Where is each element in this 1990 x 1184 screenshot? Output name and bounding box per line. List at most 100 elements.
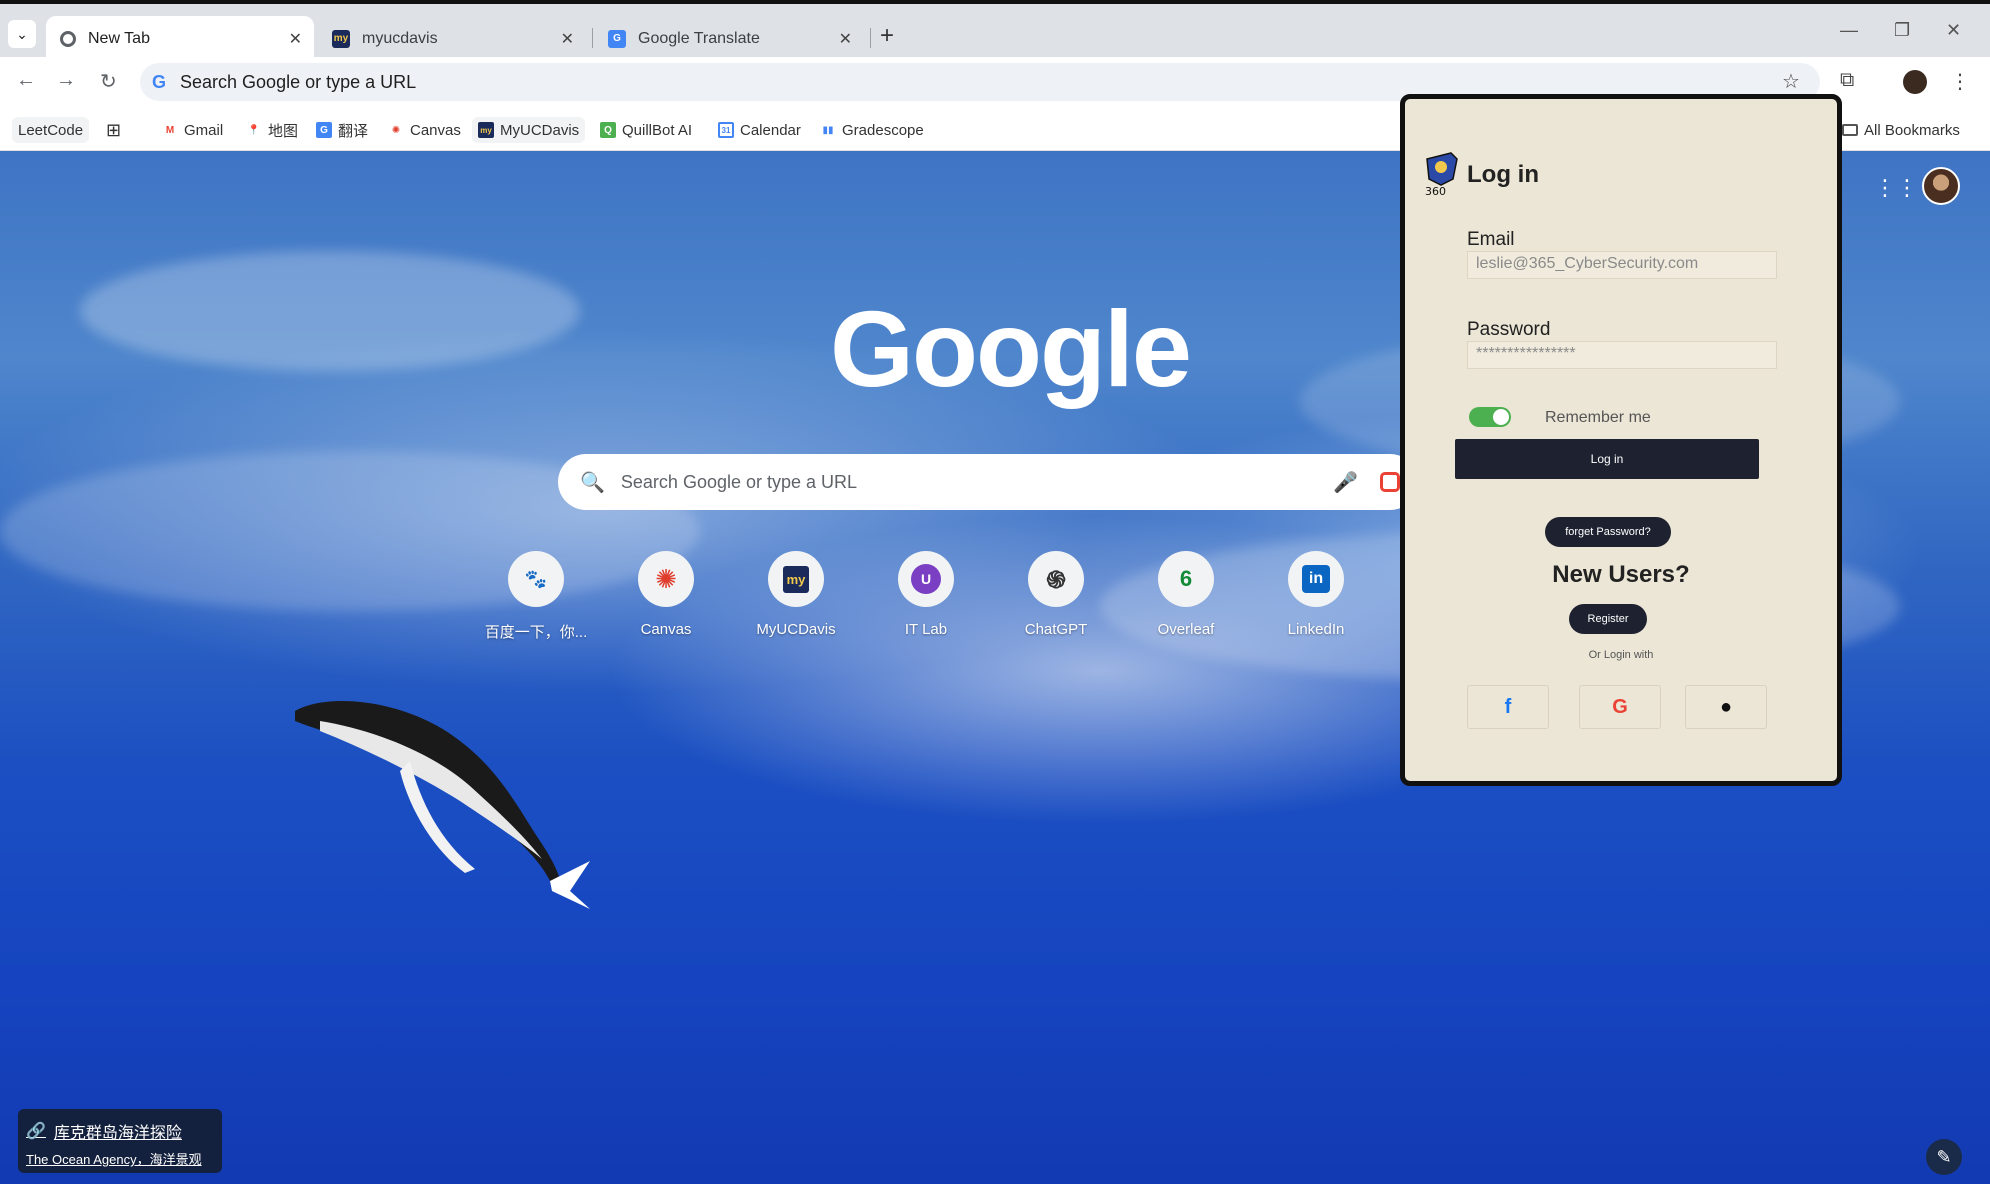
bookmark-label: Calendar [740,121,801,139]
bookmark-leetcode[interactable]: LeetCode [12,117,90,143]
google-login-button[interactable]: G [1579,685,1661,729]
password-field[interactable]: **************** [1467,341,1777,369]
tab-divider [592,28,593,48]
shortcut-overleaf[interactable]: 6 Overleaf [1126,551,1246,638]
back-arrow-icon[interactable]: ← [16,69,36,92]
facebook-icon: f [1504,695,1512,718]
account-avatar[interactable] [1922,167,1960,205]
forgot-password-button[interactable]: forget Password? [1545,517,1671,547]
bookmark-label: MyUCDavis [500,121,580,139]
address-bar-text: Search Google or type a URL [180,71,417,92]
bookmark-myucdavis[interactable]: my MyUCDavis [472,117,586,143]
microphone-icon[interactable]: 🎤 [1333,470,1358,495]
shortcut-chatgpt[interactable]: ֍ ChatGPT [996,551,1116,638]
all-bookmarks[interactable]: All Bookmarks [1836,117,1966,143]
shortcut-it-lab[interactable]: U IT Lab [866,551,986,638]
security-shield-logo: 360 [1425,152,1458,197]
remember-me-label: Remember me [1545,409,1651,426]
close-tab-icon[interactable]: ✕ [839,29,852,49]
linkedin-badge: in [1302,565,1330,593]
linkedin-icon: in [1288,551,1344,607]
facebook-login-button[interactable]: f [1467,685,1549,729]
tab-title: myucdavis [362,29,438,47]
login-popup: 360 Log in Email leslie@365_CyberSecurit… [1400,94,1842,786]
extensions-puzzle-icon[interactable]: ⧉ [1840,69,1854,92]
credit-author[interactable]: The Ocean Agency，海洋景观 [26,1149,214,1168]
bookmark-quillbot[interactable]: Q QuillBot AI [594,117,698,143]
link-icon: 🔗 [26,1123,46,1140]
tab-divider [870,28,871,48]
remember-me-toggle[interactable] [1469,407,1511,427]
baidu-paw-icon: 🐾 [508,551,564,607]
bookmark-label: All Bookmarks [1864,121,1960,139]
bookmark-gradescope[interactable]: ▮▮ Gradescope [814,117,930,143]
shortcut-label: Canvas [640,621,692,638]
it-lab-icon: U [898,551,954,607]
bookmark-translate[interactable]: G 翻译 [310,117,374,143]
translate-icon: G [316,122,332,138]
restore-icon[interactable]: ❐ [1894,20,1910,41]
minimize-icon[interactable]: — [1840,20,1858,41]
close-tab-icon[interactable]: ✕ [561,29,574,49]
bar-chart-icon: ▮▮ [822,124,834,136]
shortcut-linkedin[interactable]: in LinkedIn [1256,551,1376,638]
tab-search-chevron-icon[interactable]: ⌄ [8,20,36,48]
new-tab-plus-icon[interactable]: + [880,22,894,50]
ntp-search-box[interactable]: 🔍 Search Google or type a URL 🎤 [558,454,1418,510]
myucdavis-icon: my [768,551,824,607]
gmail-icon: M [165,124,175,136]
shortcut-baidu[interactable]: 🐾 百度一下，你... [476,551,596,642]
profile-avatar[interactable] [1903,70,1927,94]
bookmark-star-icon[interactable]: ☆ [1782,69,1800,94]
or-login-with-label: Or Login with [1588,649,1654,661]
shortcut-label: Overleaf [1157,621,1215,638]
tab-new-tab[interactable]: New Tab ✕ [46,16,314,61]
bookmark-maps[interactable]: 📍 地图 [240,117,304,143]
it-lab-badge: U [911,564,941,594]
bookmark-calendar[interactable]: 31 Calendar [712,117,807,143]
tab-google-translate[interactable]: G Google Translate ✕ [594,16,864,61]
close-tab-icon[interactable]: ✕ [289,29,302,49]
apps-grid-icon[interactable]: ⊞ [100,117,127,143]
login-button[interactable]: Log in [1455,439,1759,479]
bookmark-canvas[interactable]: ✺ Canvas [382,117,467,143]
chrome-icon [60,30,76,47]
canvas-icon: ✺ [391,124,401,136]
reload-icon[interactable]: ↻ [100,69,117,94]
bookmark-label: Gradescope [842,121,924,139]
bookmark-label: LeetCode [18,121,84,139]
password-label: Password [1467,319,1551,340]
translate-icon: G [608,29,626,48]
credit-title[interactable]: 库克群岛海洋探险 [54,1119,182,1143]
email-field[interactable]: leslie@365_CyberSecurity.com [1467,251,1777,279]
folder-icon [1842,124,1858,136]
customize-pencil-icon[interactable]: ✎ [1926,1139,1962,1175]
bookmark-label: 翻译 [338,122,369,140]
login-title: Log in [1467,161,1539,188]
tab-myucdavis[interactable]: my myucdavis ✕ [318,16,586,61]
google-g-icon: G [152,71,167,92]
background-credit[interactable]: 🔗 库克群岛海洋探险 The Ocean Agency，海洋景观 [18,1109,222,1173]
google-lens-icon[interactable] [1380,472,1400,492]
bookmark-label: 地图 [268,122,299,140]
chatgpt-icon: ֍ [1028,551,1084,607]
bookmark-gmail[interactable]: M Gmail [156,117,229,143]
myucdavis-icon: my [332,29,350,48]
overleaf-leaf-icon: 6 [1158,551,1214,607]
myucdavis-icon: my [478,122,494,138]
apple-login-button[interactable]: ● [1685,685,1767,729]
tab-title: New Tab [88,29,150,47]
logo-text: 360 [1425,185,1446,197]
forward-arrow-icon[interactable]: → [56,69,76,92]
more-menu-icon[interactable]: ⋮ [1950,69,1970,94]
register-button[interactable]: Register [1569,604,1647,634]
shortcut-label: MyUCDavis [756,621,836,638]
window-close-icon[interactable]: ✕ [1946,20,1961,41]
shortcut-canvas[interactable]: ✺ Canvas [606,551,726,638]
shortcut-myucdavis[interactable]: my MyUCDavis [736,551,856,638]
wave-foam [80,251,580,371]
shortcut-label: LinkedIn [1287,621,1345,638]
shortcut-label: 百度一下，你... [484,624,588,641]
search-icon: 🔍 [580,471,605,494]
google-g-icon: G [1612,695,1628,718]
